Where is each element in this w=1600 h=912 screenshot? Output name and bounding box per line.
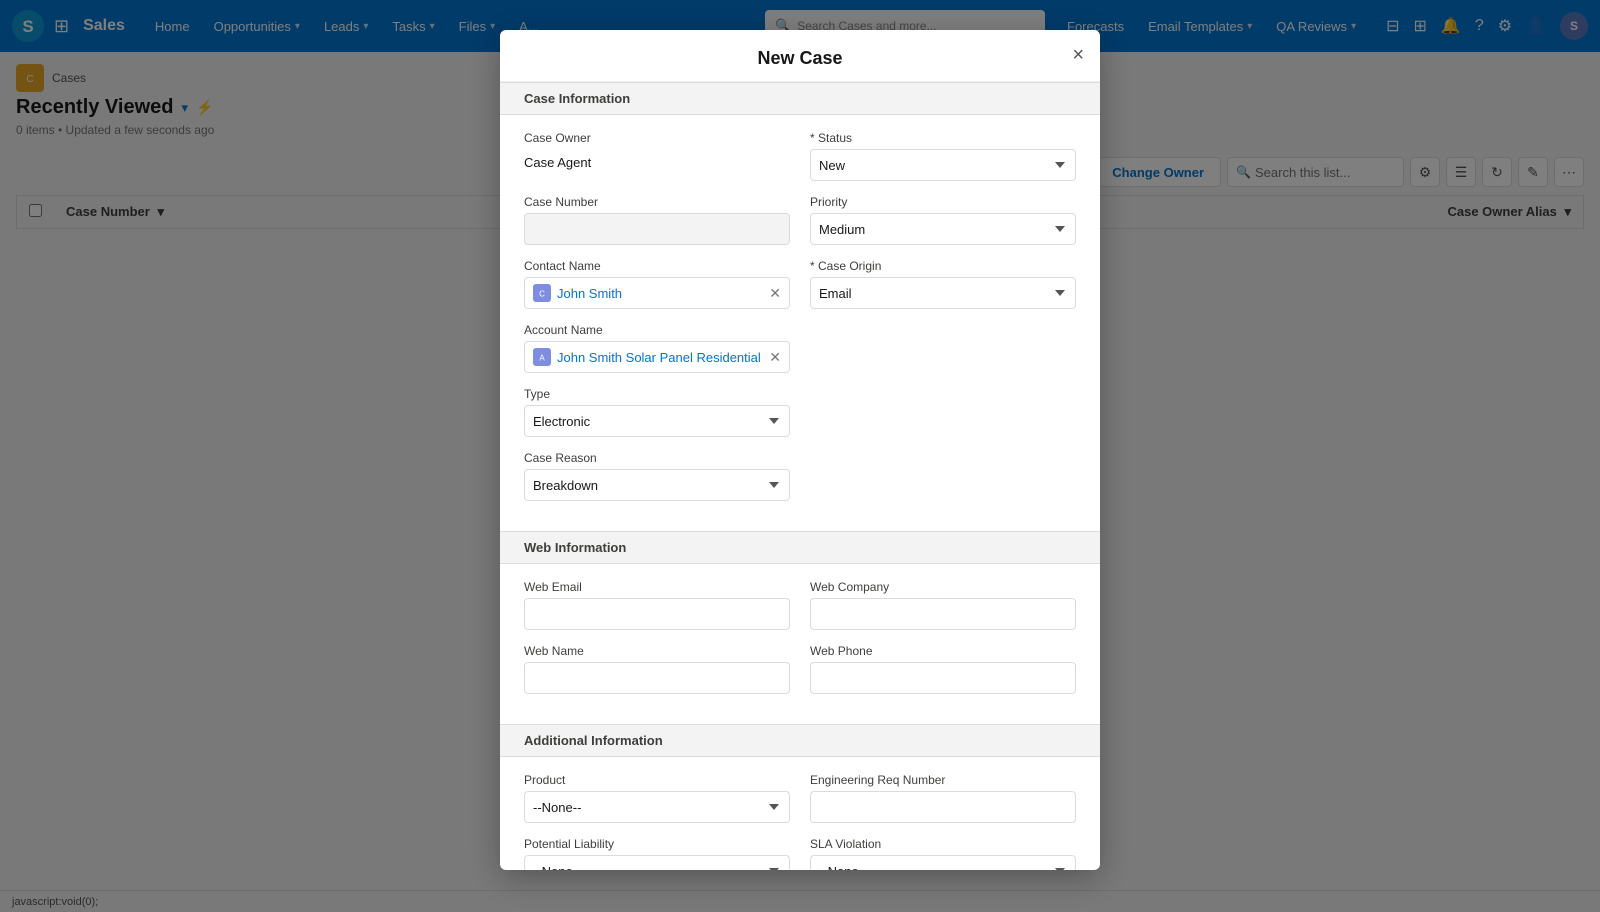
col-web-phone: Web Phone — [810, 644, 1076, 694]
priority-label: Priority — [810, 195, 1076, 209]
potential-liability-label: Potential Liability — [524, 837, 790, 851]
type-label: Type — [524, 387, 790, 401]
col-priority: Priority Low Medium High — [810, 195, 1076, 245]
col-web-email: Web Email — [524, 580, 790, 630]
account-name-value: John Smith Solar Panel Residential — [557, 350, 763, 365]
col-web-company: Web Company — [810, 580, 1076, 630]
account-name-label: Account Name — [524, 323, 790, 337]
eng-req-label: Engineering Req Number — [810, 773, 1076, 787]
col-sla-violation: SLA Violation --None-- — [810, 837, 1076, 870]
web-name-label: Web Name — [524, 644, 790, 658]
case-owner-value: Case Agent — [524, 149, 790, 176]
case-origin-label: * Case Origin — [810, 259, 1076, 273]
row-liability-sla: Potential Liability --None-- SLA Violati… — [524, 837, 1076, 870]
col-potential-liability: Potential Liability --None-- — [524, 837, 790, 870]
web-phone-input[interactable] — [810, 662, 1076, 694]
web-email-label: Web Email — [524, 580, 790, 594]
sla-violation-label: SLA Violation — [810, 837, 1076, 851]
row-contact-origin: Contact Name C John Smith ✕ * Case Origi… — [524, 259, 1076, 309]
account-icon: A — [533, 348, 551, 366]
col-case-reason-right-empty — [810, 451, 1076, 501]
web-email-input[interactable] — [524, 598, 790, 630]
col-product: Product --None-- — [524, 773, 790, 823]
type-select[interactable]: --None-- Electronic Mechanical Software — [524, 405, 790, 437]
contact-name-lookup[interactable]: C John Smith ✕ — [524, 277, 790, 309]
col-account-name: Account Name A John Smith Solar Panel Re… — [524, 323, 790, 373]
contact-name-label: Contact Name — [524, 259, 790, 273]
contact-clear-button[interactable]: ✕ — [769, 286, 781, 300]
eng-req-input[interactable] — [810, 791, 1076, 823]
product-select[interactable]: --None-- — [524, 791, 790, 823]
priority-select[interactable]: Low Medium High — [810, 213, 1076, 245]
col-type-right-empty — [810, 387, 1076, 437]
row-web-email-company: Web Email Web Company — [524, 580, 1076, 630]
account-clear-button[interactable]: ✕ — [769, 350, 781, 364]
case-origin-select[interactable]: Email Phone Web — [810, 277, 1076, 309]
col-case-origin: * Case Origin Email Phone Web — [810, 259, 1076, 309]
web-information-header: Web Information — [500, 531, 1100, 564]
col-contact-name: Contact Name C John Smith ✕ — [524, 259, 790, 309]
sla-violation-select[interactable]: --None-- — [810, 855, 1076, 870]
account-name-lookup[interactable]: A John Smith Solar Panel Residential ✕ — [524, 341, 790, 373]
row-product-eng: Product --None-- Engineering Req Number — [524, 773, 1076, 823]
modal-close-button[interactable]: × — [1072, 44, 1084, 67]
col-web-name: Web Name — [524, 644, 790, 694]
col-case-number: Case Number — [524, 195, 790, 245]
row-type: Type --None-- Electronic Mechanical Soft… — [524, 387, 1076, 437]
row-account: Account Name A John Smith Solar Panel Re… — [524, 323, 1076, 373]
case-reason-label: Case Reason — [524, 451, 790, 465]
web-company-label: Web Company — [810, 580, 1076, 594]
case-number-input[interactable] — [524, 213, 790, 245]
web-company-input[interactable] — [810, 598, 1076, 630]
case-number-label: Case Number — [524, 195, 790, 209]
col-type: Type --None-- Electronic Mechanical Soft… — [524, 387, 790, 437]
web-name-input[interactable] — [524, 662, 790, 694]
col-case-owner: Case Owner Case Agent — [524, 131, 790, 181]
case-information-header: Case Information — [500, 82, 1100, 115]
modal-overlay: New Case × Case Information Case Owner C… — [0, 0, 1600, 912]
col-empty-right — [810, 323, 1076, 373]
potential-liability-select[interactable]: --None-- — [524, 855, 790, 870]
modal-header: New Case × — [500, 30, 1100, 82]
col-eng-req: Engineering Req Number — [810, 773, 1076, 823]
additional-information-header: Additional Information — [500, 724, 1100, 757]
row-owner-status: Case Owner Case Agent * Status New Worki… — [524, 131, 1076, 181]
new-case-modal: New Case × Case Information Case Owner C… — [500, 30, 1100, 870]
contact-icon: C — [533, 284, 551, 302]
web-phone-label: Web Phone — [810, 644, 1076, 658]
contact-name-value: John Smith — [557, 286, 763, 301]
web-information-body: Web Email Web Company Web Name Web Phone — [500, 564, 1100, 724]
svg-text:C: C — [539, 290, 545, 299]
status-select[interactable]: New Working Escalated Closed — [810, 149, 1076, 181]
case-reason-select[interactable]: --None-- Breakdown Performance User Erro… — [524, 469, 790, 501]
additional-information-body: Product --None-- Engineering Req Number … — [500, 757, 1100, 870]
row-web-name-phone: Web Name Web Phone — [524, 644, 1076, 694]
product-label: Product — [524, 773, 790, 787]
row-case-reason: Case Reason --None-- Breakdown Performan… — [524, 451, 1076, 501]
svg-text:A: A — [539, 354, 545, 363]
col-case-reason: Case Reason --None-- Breakdown Performan… — [524, 451, 790, 501]
case-information-body: Case Owner Case Agent * Status New Worki… — [500, 115, 1100, 531]
row-number-priority: Case Number Priority Low Medium High — [524, 195, 1076, 245]
status-label: * Status — [810, 131, 1076, 145]
modal-title: New Case — [757, 48, 842, 68]
case-owner-label: Case Owner — [524, 131, 790, 145]
col-status: * Status New Working Escalated Closed — [810, 131, 1076, 181]
